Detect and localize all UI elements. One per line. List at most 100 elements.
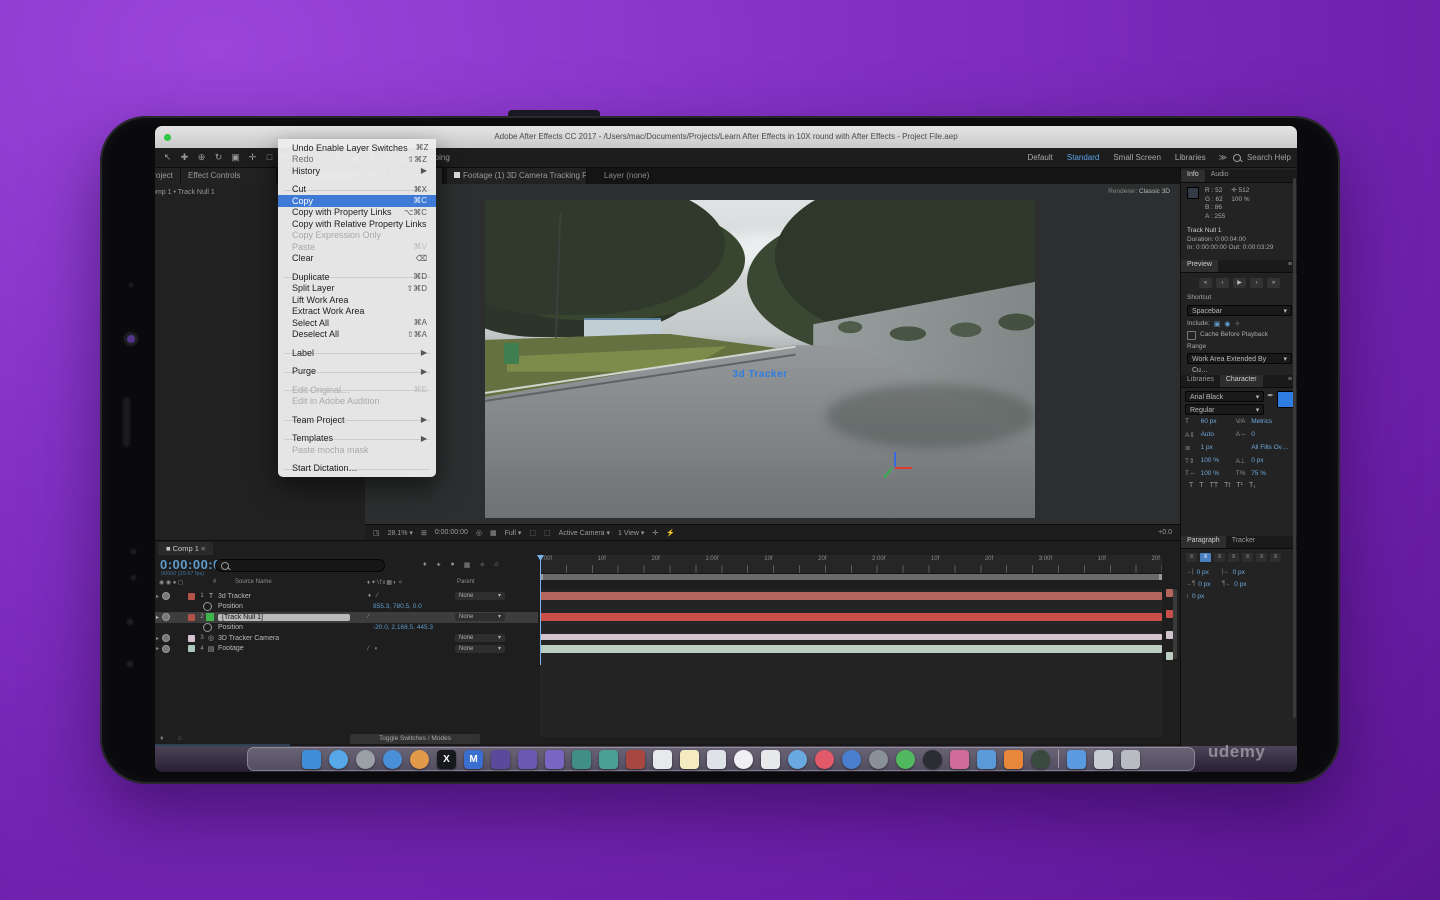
timeline-header-icon[interactable]: ● xyxy=(450,561,454,569)
renderer-value[interactable]: Classic 3D xyxy=(1139,188,1170,195)
indent-field[interactable]: →¶ 0 px xyxy=(1186,578,1222,590)
parent-dropdown[interactable]: None▾ xyxy=(455,645,505,653)
layer-bar-null[interactable] xyxy=(540,613,1162,621)
timeline-header-icon[interactable]: ♦ xyxy=(423,561,427,569)
transparency-grid-icon[interactable]: ⬚ xyxy=(544,529,551,537)
fill-color-swatch[interactable] xyxy=(1277,391,1294,408)
fast-previews-icon[interactable]: ⚡ xyxy=(666,529,675,537)
tool-zoom[interactable]: ⊕ xyxy=(195,152,208,163)
character-row[interactable]: T⇔100 % T%75 % xyxy=(1181,467,1297,480)
label-color-chip[interactable] xyxy=(188,593,195,600)
dock-folder-2[interactable] xyxy=(1094,750,1113,769)
layer-bar-footage[interactable] xyxy=(540,645,1162,653)
menu-item[interactable] xyxy=(278,377,436,384)
layer-row-3[interactable]: ▸ 3 ◎ 3D Tracker Camera None▾ xyxy=(155,633,538,644)
tool-shape[interactable]: □ xyxy=(263,152,276,163)
parent-dropdown[interactable]: None▾ xyxy=(455,634,505,642)
dock-facetime[interactable] xyxy=(896,750,915,769)
menu-item[interactable]: Split Layer ⇧⌘D xyxy=(278,283,436,295)
menu-item[interactable] xyxy=(278,340,436,347)
dock-camera[interactable] xyxy=(1031,750,1050,769)
tab-effect-controls[interactable]: Effect Controls xyxy=(181,168,277,184)
dock-pages[interactable] xyxy=(653,750,672,769)
dock-imovie[interactable] xyxy=(923,750,942,769)
menu-item[interactable]: Templates ▶ xyxy=(278,433,436,445)
font-style-dropdown[interactable]: Regular▾ xyxy=(1185,404,1264,415)
tab-paragraph[interactable]: Paragraph xyxy=(1181,536,1226,548)
dock-adobe-2[interactable] xyxy=(518,750,537,769)
transport-button[interactable]: » xyxy=(1267,278,1280,288)
dock-app-x[interactable]: X xyxy=(437,750,456,769)
dock-app-m[interactable]: M xyxy=(464,750,483,769)
menu-item[interactable]: Duplicate ⌘D xyxy=(278,271,436,283)
viewer-timecode[interactable]: 0:00:00:00 xyxy=(435,529,468,536)
tool-hand[interactable]: ✚ xyxy=(178,152,191,163)
tab-preview[interactable]: Preview xyxy=(1181,260,1218,272)
parent-dropdown[interactable]: None▾ xyxy=(455,592,505,600)
character-row[interactable]: A⇕Auto A⇔0 xyxy=(1181,428,1297,441)
menu-item[interactable]: Cut ⌘X xyxy=(278,184,436,196)
dock-weather[interactable] xyxy=(788,750,807,769)
property-row-position-2[interactable]: Position -20.0, 2,168.5, 445.3 xyxy=(155,623,538,634)
menu-item[interactable]: Edit in Adobe Audition xyxy=(278,396,436,408)
character-row[interactable]: ≣1 px All Fills Ov… xyxy=(1181,441,1297,454)
layer-row-2-selected[interactable]: ▸ 2 [Track Null 1] ⁄ None▾ xyxy=(155,612,538,623)
position-value[interactable]: -20.0, 2,168.5, 445.3 xyxy=(373,624,433,631)
menu-item[interactable] xyxy=(278,359,436,366)
dock-app-store[interactable] xyxy=(329,750,348,769)
eye-icon[interactable] xyxy=(162,613,170,621)
menu-item[interactable]: Paste mocha mask xyxy=(278,444,436,456)
layer-name[interactable]: [Track Null 1] xyxy=(218,614,350,621)
transport-button[interactable]: « xyxy=(1199,278,1212,288)
include-overlays-ic[interactable]: ✧ xyxy=(1235,320,1241,328)
menu-item[interactable] xyxy=(278,456,436,463)
menu-item[interactable]: Copy ⌘C xyxy=(278,195,436,207)
align-button[interactable]: ≡ xyxy=(1200,553,1211,562)
dock-app-red[interactable] xyxy=(626,750,645,769)
channels-icon[interactable]: ▦ xyxy=(490,529,497,537)
dock-photos[interactable] xyxy=(734,750,753,769)
layer-name[interactable]: Footage xyxy=(218,645,244,652)
dock-music[interactable] xyxy=(815,750,834,769)
position-value[interactable]: 855.3, 780.5, 0.0 xyxy=(373,603,422,610)
layer-name[interactable]: 3d Tracker xyxy=(218,593,251,600)
tool-selection[interactable]: ↖ xyxy=(161,152,174,163)
dock-app-pink[interactable] xyxy=(950,750,969,769)
align-button[interactable]: ≡ xyxy=(1228,553,1239,562)
timeline-tab-comp1[interactable]: ■ Comp 1 ≡ xyxy=(158,542,213,555)
stopwatch-icon[interactable] xyxy=(203,602,212,611)
resolution-dropdown[interactable]: Full ▾ xyxy=(505,529,522,537)
align-button[interactable]: ≡ xyxy=(1256,553,1267,562)
dock-icon[interactable] xyxy=(1058,750,1059,768)
menu-item[interactable]: Purge ▶ xyxy=(278,366,436,378)
workspace-default[interactable]: Default xyxy=(1021,152,1060,163)
dock-vlc[interactable] xyxy=(1004,750,1023,769)
faux-style-button[interactable]: T xyxy=(1189,482,1193,489)
always-preview-icon[interactable]: ◳ xyxy=(373,529,380,537)
range-dropdown[interactable]: Work Area Extended By Cu…▾ xyxy=(1187,353,1292,364)
menu-item[interactable]: Label ▶ xyxy=(278,347,436,359)
dock-airdrop[interactable] xyxy=(842,750,861,769)
menu-item[interactable]: Paste ⌘V xyxy=(278,241,436,253)
layer-row-4[interactable]: ▸ 4 ▤ Footage ⁄ ◐ None▾ xyxy=(155,644,538,655)
tab-libraries[interactable]: Libraries xyxy=(1181,375,1220,387)
composition-viewer[interactable]: Renderer: Classic 3D 3d Tracker xyxy=(365,184,1180,524)
right-panel-scrollbar[interactable] xyxy=(1293,178,1296,718)
tab-audio[interactable]: Audio xyxy=(1205,170,1235,182)
menu-item[interactable]: Clear ⌫ xyxy=(278,253,436,265)
tab-layer[interactable]: Layer (none) xyxy=(597,168,655,184)
layer-name[interactable]: 3D Tracker Camera xyxy=(218,635,279,642)
cache-before-playback-checkbox[interactable] xyxy=(1187,331,1196,340)
dock-notes[interactable] xyxy=(680,750,699,769)
dock-trash[interactable] xyxy=(1121,750,1140,769)
faux-style-button[interactable]: TT xyxy=(1210,482,1219,489)
tool-orbit[interactable]: ↻ xyxy=(212,152,225,163)
dock-app-teal-2[interactable] xyxy=(599,750,618,769)
timeline-vertical-scrollbar[interactable] xyxy=(1173,589,1177,659)
dock-textedit[interactable] xyxy=(707,750,726,769)
menu-item[interactable]: Lift Work Area xyxy=(278,294,436,306)
dock-safari[interactable] xyxy=(383,750,402,769)
transport-button[interactable]: ▶ xyxy=(1233,278,1246,288)
indent-field[interactable]: ¶← 0 px xyxy=(1222,578,1258,590)
character-row[interactable]: T60 px V⁄AMetrics xyxy=(1181,415,1297,428)
